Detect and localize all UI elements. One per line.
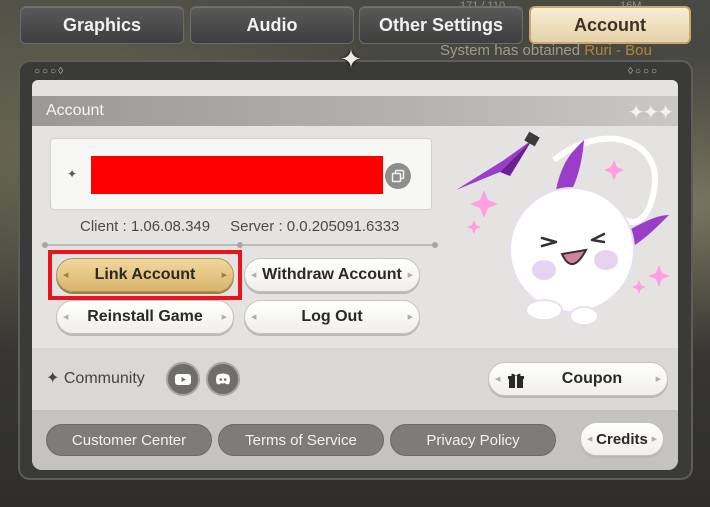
customer-center-button[interactable]: Customer Center <box>46 424 212 456</box>
tab-account[interactable]: Account <box>529 6 691 44</box>
privacy-policy-button[interactable]: Privacy Policy <box>390 424 556 456</box>
withdraw-account-button[interactable]: Withdraw Account <box>244 258 420 292</box>
account-id-box: ✦ <box>50 138 432 210</box>
star-icon: ✦ <box>67 167 78 181</box>
community-bar: ✦ Community Coupon <box>32 348 678 410</box>
divider <box>42 242 438 248</box>
system-message: System has obtained Ruri - Bou <box>440 42 652 59</box>
account-header-title: Account <box>46 102 104 119</box>
server-version: Server : 0.0.205091.6333 <box>230 218 400 235</box>
client-version: Client : 1.06.08.349 <box>80 218 211 235</box>
system-message-text: has obtained <box>494 42 581 59</box>
gift-icon <box>508 373 524 388</box>
terms-of-service-button[interactable]: Terms of Service <box>218 424 384 456</box>
mascot-illustration <box>456 131 670 326</box>
panel-dots-left: ○○○◊ <box>34 66 66 77</box>
youtube-icon[interactable] <box>166 362 200 396</box>
coupon-button[interactable]: Coupon <box>488 362 668 396</box>
account-panel: Account ✦✦✦ ✦ Client : 1.06.08.349 Server… <box>32 80 678 470</box>
copy-icon[interactable] <box>385 163 411 189</box>
star-icon: ✦ <box>46 370 60 387</box>
footer-bar: Customer Center Terms of Service Privacy… <box>32 410 678 470</box>
coupon-label: Coupon <box>561 370 623 387</box>
system-message-tag: System <box>440 42 491 59</box>
settings-tabs: Graphics Audio Other Settings Account <box>18 6 692 44</box>
account-id-redacted <box>91 156 383 194</box>
system-message-item: Ruri - Bou <box>584 42 652 59</box>
discord-icon[interactable] <box>206 362 240 396</box>
diamond-ornament-icon: ✦ <box>340 43 362 74</box>
community-label-text: Community <box>63 370 145 387</box>
version-info: Client : 1.06.08.349 Server : 0.0.205091.… <box>80 218 399 235</box>
tab-audio[interactable]: Audio <box>190 6 354 44</box>
log-out-button[interactable]: Log Out <box>244 300 420 334</box>
community-label: ✦ Community <box>46 368 145 388</box>
link-account-button[interactable]: Link Account <box>56 258 234 292</box>
panel-dots-right: ◊○○○ <box>628 66 660 77</box>
tab-graphics[interactable]: Graphics <box>20 6 184 44</box>
credits-button[interactable]: Credits <box>580 422 664 456</box>
tab-other-settings[interactable]: Other Settings <box>359 6 523 44</box>
reinstall-game-button[interactable]: Reinstall Game <box>56 300 234 334</box>
